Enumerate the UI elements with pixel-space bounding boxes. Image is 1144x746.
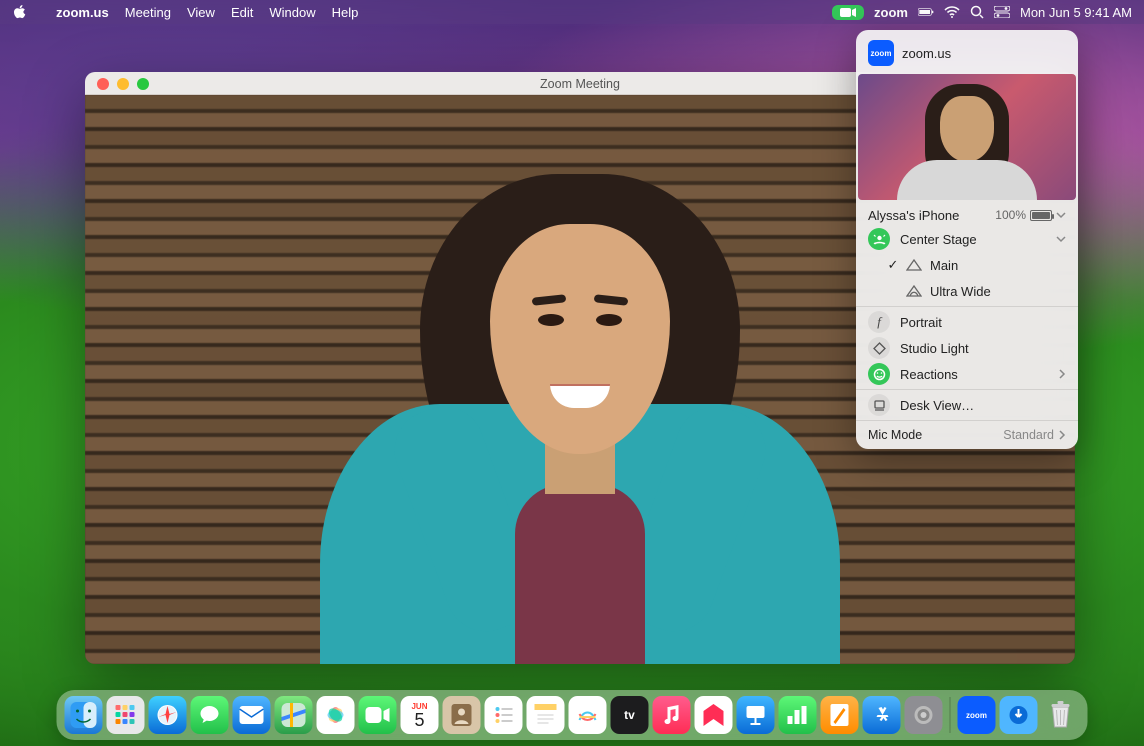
menubar: zoom.us Meeting View Edit Window Help zo… — [0, 0, 1144, 24]
dock-mail[interactable] — [233, 696, 271, 734]
close-button[interactable] — [97, 78, 109, 90]
dock-freeform[interactable] — [569, 696, 607, 734]
popover-app-name: zoom.us — [902, 46, 951, 61]
dock-trash[interactable] — [1042, 696, 1080, 734]
device-row[interactable]: Alyssa's iPhone 100% — [856, 200, 1078, 226]
video-effects-popover: zoom zoom.us Alyssa's iPhone 100% Center… — [856, 30, 1078, 449]
device-battery-percent: 100% — [995, 208, 1026, 222]
dock-divider — [950, 697, 951, 733]
mic-mode-row[interactable]: Mic Mode Standard — [856, 423, 1078, 449]
menubar-item-window[interactable]: Window — [269, 5, 315, 20]
camera-preview — [858, 74, 1076, 200]
studio-light-row[interactable]: Studio Light — [856, 335, 1078, 361]
calendar-day: 5 — [414, 711, 424, 729]
lens-icon — [906, 259, 922, 271]
chevron-down-icon — [1056, 234, 1066, 244]
dock-settings[interactable] — [905, 696, 943, 734]
dock-downloads[interactable] — [1000, 696, 1038, 734]
dock-messages[interactable] — [191, 696, 229, 734]
desk-view-label: Desk View… — [900, 398, 974, 413]
dock: JUN 5 tv zoom — [57, 690, 1088, 740]
battery-icon — [1030, 210, 1052, 221]
dock-reminders[interactable] — [485, 696, 523, 734]
participant-video — [300, 144, 860, 664]
dock-launchpad[interactable] — [107, 696, 145, 734]
popover-header: zoom zoom.us — [856, 30, 1078, 74]
menubar-app-name[interactable]: zoom.us — [56, 5, 109, 20]
battery-icon[interactable] — [918, 6, 934, 18]
dock-pages[interactable] — [821, 696, 859, 734]
portrait-row[interactable]: f Portrait — [856, 309, 1078, 335]
dock-news[interactable] — [695, 696, 733, 734]
dock-contacts[interactable] — [443, 696, 481, 734]
mic-mode-value: Standard — [1003, 428, 1054, 442]
studio-light-icon — [868, 337, 890, 359]
center-stage-label: Center Stage — [900, 232, 977, 247]
dock-photos[interactable] — [317, 696, 355, 734]
dock-maps[interactable] — [275, 696, 313, 734]
camera-option-main[interactable]: ✓ Main — [856, 252, 1078, 278]
menubar-item-help[interactable]: Help — [332, 5, 359, 20]
desk-view-row[interactable]: Desk View… — [856, 392, 1078, 418]
chevron-down-icon — [1056, 210, 1066, 220]
reactions-label: Reactions — [900, 367, 958, 382]
camera-ultrawide-label: Ultra Wide — [930, 284, 991, 299]
dock-notes[interactable] — [527, 696, 565, 734]
camera-option-ultrawide[interactable]: Ultra Wide — [856, 278, 1078, 304]
menubar-status-app[interactable]: zoom — [874, 5, 908, 20]
spotlight-icon[interactable] — [970, 5, 984, 19]
dock-zoom[interactable]: zoom — [958, 696, 996, 734]
dock-finder[interactable] — [65, 696, 103, 734]
camera-main-label: Main — [930, 258, 958, 273]
dock-appstore[interactable] — [863, 696, 901, 734]
desk-view-icon — [868, 394, 890, 416]
dock-facetime[interactable] — [359, 696, 397, 734]
checkmark-icon: ✓ — [882, 257, 904, 273]
portrait-icon: f — [868, 311, 890, 333]
menubar-item-view[interactable]: View — [187, 5, 215, 20]
reactions-row[interactable]: Reactions — [856, 361, 1078, 387]
center-stage-row[interactable]: Center Stage — [856, 226, 1078, 252]
continuity-camera-badge[interactable] — [832, 5, 864, 20]
minimize-button[interactable] — [117, 78, 129, 90]
wifi-icon[interactable] — [944, 6, 960, 18]
dock-tv[interactable]: tv — [611, 696, 649, 734]
portrait-label: Portrait — [900, 315, 942, 330]
apple-menu-icon[interactable] — [12, 4, 28, 20]
control-center-icon[interactable] — [994, 6, 1010, 18]
reactions-icon — [868, 363, 890, 385]
chevron-right-icon — [1058, 369, 1066, 379]
device-name: Alyssa's iPhone — [868, 208, 959, 223]
dock-music[interactable] — [653, 696, 691, 734]
fullscreen-button[interactable] — [137, 78, 149, 90]
dock-safari[interactable] — [149, 696, 187, 734]
menubar-item-meeting[interactable]: Meeting — [125, 5, 171, 20]
mic-mode-label: Mic Mode — [868, 428, 922, 442]
center-stage-icon — [868, 228, 890, 250]
chevron-right-icon — [1058, 430, 1066, 440]
lens-wide-icon — [906, 285, 922, 297]
dock-keynote[interactable] — [737, 696, 775, 734]
window-title: Zoom Meeting — [540, 77, 620, 91]
zoom-app-icon: zoom — [868, 40, 894, 66]
menubar-item-edit[interactable]: Edit — [231, 5, 253, 20]
menubar-clock[interactable]: Mon Jun 5 9:41 AM — [1020, 5, 1132, 20]
dock-numbers[interactable] — [779, 696, 817, 734]
dock-calendar[interactable]: JUN 5 — [401, 696, 439, 734]
studio-light-label: Studio Light — [900, 341, 969, 356]
